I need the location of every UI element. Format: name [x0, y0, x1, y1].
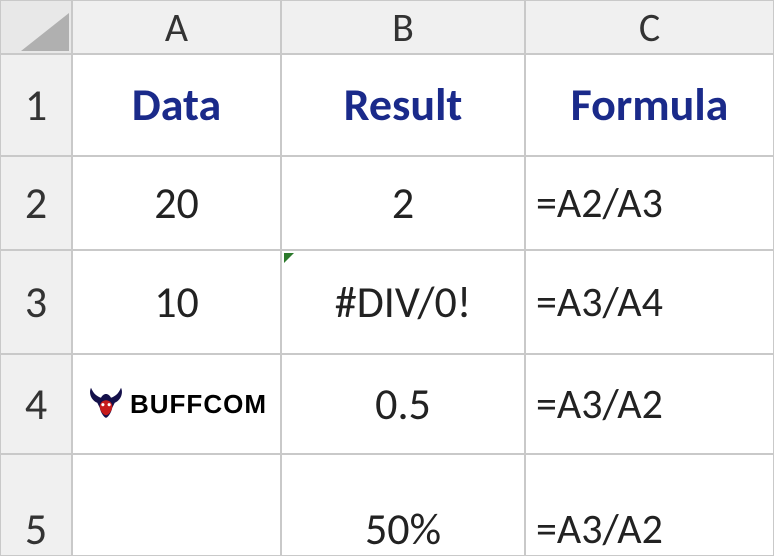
cell-B3[interactable]: #DIV/0!: [281, 250, 525, 354]
cell-A5[interactable]: [72, 454, 281, 556]
select-all-corner[interactable]: [0, 0, 72, 54]
row-header-2[interactable]: 2: [0, 156, 72, 250]
row-header-1[interactable]: 1: [0, 54, 72, 156]
cell-C2[interactable]: =A2/A3: [525, 156, 774, 250]
spreadsheet-grid: A B C 1 Data Result Formula 2 20 2 =A2/A…: [0, 0, 774, 556]
cell-C5[interactable]: =A3/A2: [525, 454, 774, 556]
row-header-5[interactable]: 5: [0, 454, 72, 556]
cell-C3[interactable]: =A3/A4: [525, 250, 774, 354]
cell-B5[interactable]: 50%: [281, 454, 525, 556]
cell-B2[interactable]: 2: [281, 156, 525, 250]
column-header-C[interactable]: C: [525, 0, 774, 54]
cell-A4[interactable]: BUFFCOM: [72, 354, 281, 454]
bull-head-icon: [86, 384, 126, 424]
cell-B1[interactable]: Result: [281, 54, 525, 156]
cell-A2[interactable]: 20: [72, 156, 281, 250]
row-header-3[interactable]: 3: [0, 250, 72, 354]
cell-C4[interactable]: =A3/A2: [525, 354, 774, 454]
cell-C1[interactable]: Formula: [525, 54, 774, 156]
buffcom-logo-text: BUFFCOM: [130, 389, 267, 420]
cell-A1[interactable]: Data: [72, 54, 281, 156]
column-header-B[interactable]: B: [281, 0, 525, 54]
column-header-A[interactable]: A: [72, 0, 281, 54]
row-header-4[interactable]: 4: [0, 354, 72, 454]
cell-B4[interactable]: 0.5: [281, 354, 525, 454]
cell-A3[interactable]: 10: [72, 250, 281, 354]
buffcom-logo: BUFFCOM: [86, 384, 267, 424]
